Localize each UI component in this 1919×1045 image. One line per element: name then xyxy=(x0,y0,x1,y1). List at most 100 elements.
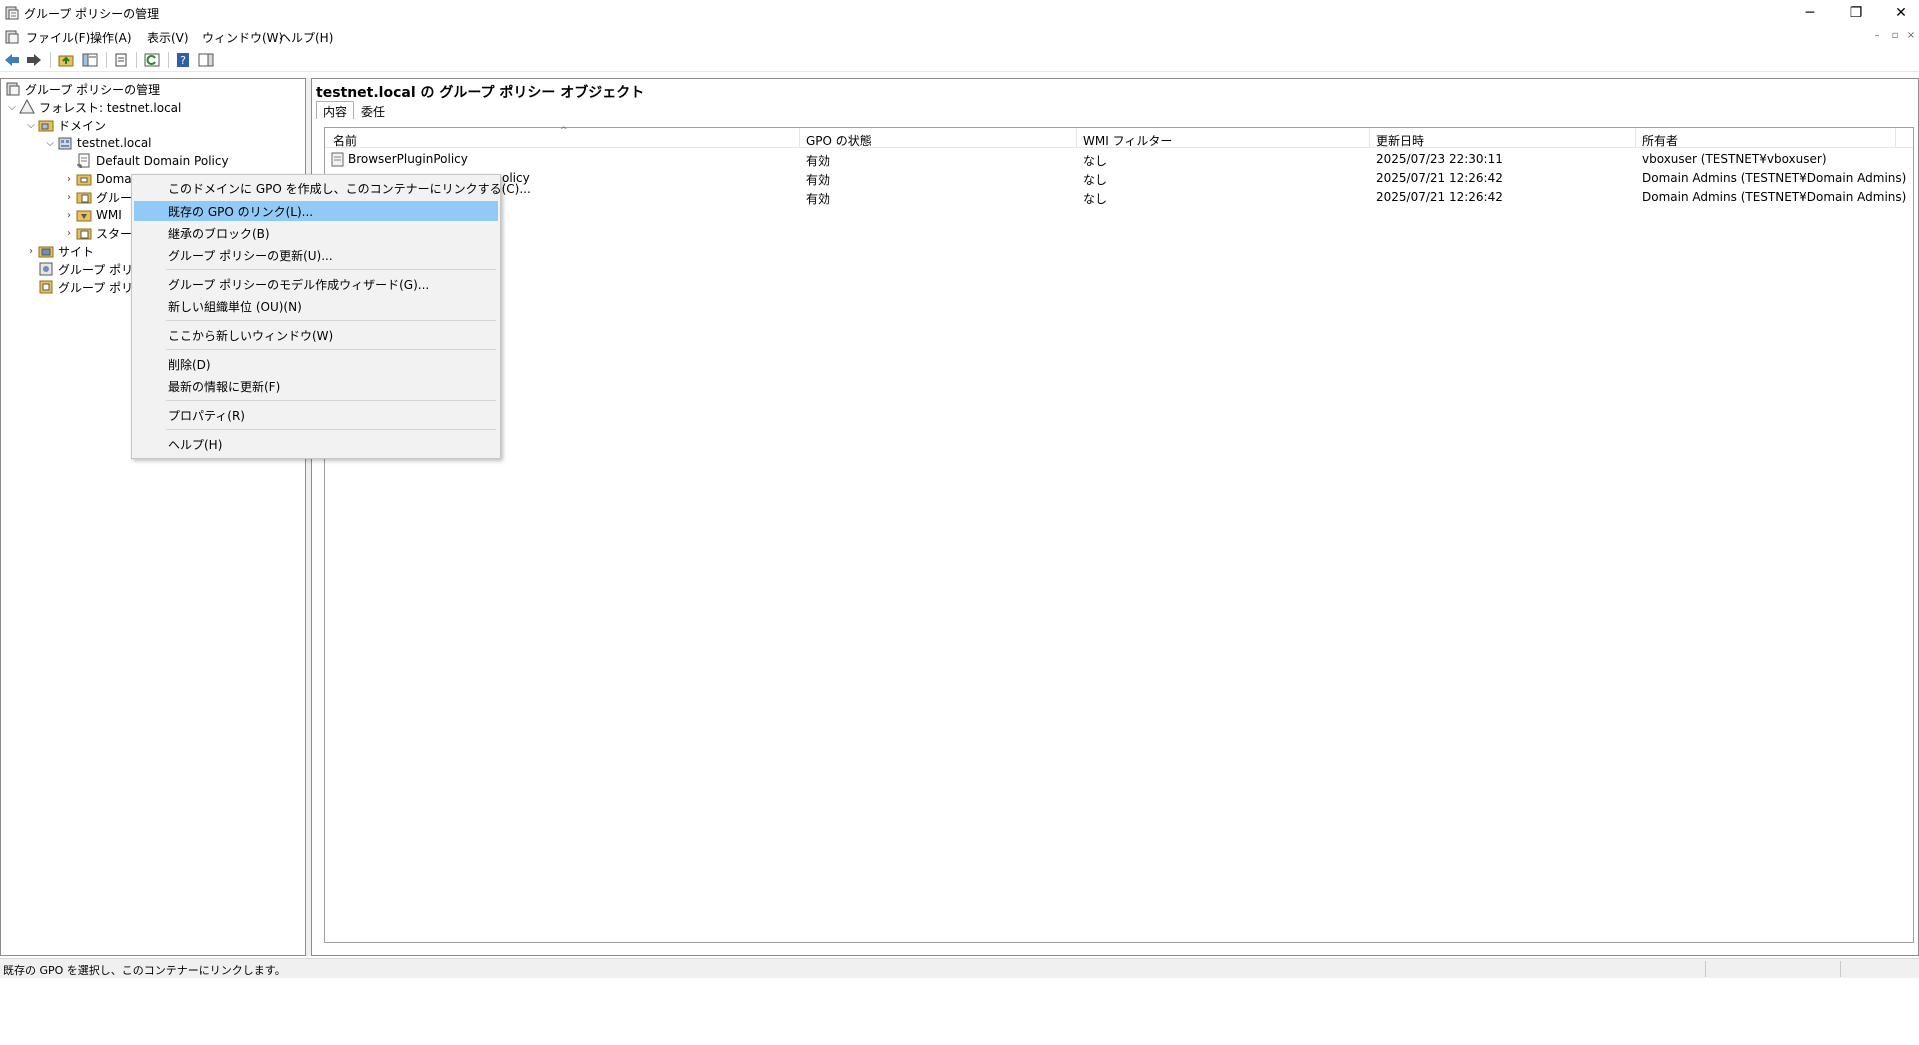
tree-node-starter-gpos[interactable]: › スター xyxy=(62,224,132,242)
menu-item-create-gpo-and-link[interactable]: このドメインに GPO を作成し、このコンテナーにリンクする(C)... xyxy=(134,178,531,198)
chevron-right-icon[interactable]: › xyxy=(62,228,76,239)
menu-item-new-ou[interactable]: 新しい組織単位 (OU)(N) xyxy=(134,296,498,316)
back-button[interactable] xyxy=(2,51,22,69)
tree-label-default-policy: Default Domain Policy xyxy=(96,154,229,168)
cell-wmi: なし xyxy=(1083,173,1108,187)
menu-item-modeling-wizard[interactable]: グループ ポリシーのモデル作成ウィザード(G)... xyxy=(134,274,498,294)
chevron-down-icon[interactable]: ⌵ xyxy=(24,120,38,131)
menu-file[interactable]: ファイル(F) xyxy=(24,29,92,46)
table-row[interactable]: BrowserPluginPolicy 有効 なし 2025/07/23 22:… xyxy=(325,150,1913,169)
minimize-button[interactable]: ─ xyxy=(1787,0,1833,26)
domains-folder-icon xyxy=(38,120,54,132)
help-button[interactable]: ? xyxy=(173,51,193,69)
column-divider[interactable] xyxy=(1369,128,1370,148)
close-button[interactable]: ✕ xyxy=(1878,0,1919,26)
menu-item-delete[interactable]: 削除(D) xyxy=(134,354,498,374)
menu-item-help[interactable]: ヘルプ(H) xyxy=(134,434,498,454)
toolbar-separator xyxy=(106,52,107,68)
menu-separator xyxy=(166,429,496,430)
chevron-right-icon[interactable]: › xyxy=(62,210,76,221)
mdi-window-icon[interactable] xyxy=(4,29,20,45)
menu-item-new-window[interactable]: ここから新しいウィンドウ(W) xyxy=(134,325,498,345)
column-header-name[interactable]: 名前 xyxy=(333,132,357,150)
menu-item-refresh[interactable]: 最新の情報に更新(F) xyxy=(134,376,498,396)
column-header-modified[interactable]: 更新日時 xyxy=(1376,132,1424,150)
tree-node-root[interactable]: グループ ポリシーの管理 xyxy=(5,80,160,98)
pane-header: testnet.local の グループ ポリシー オブジェクト xyxy=(316,85,645,101)
menu-help[interactable]: ヘルプ(H) xyxy=(277,29,335,46)
tree-node-forest[interactable]: ⌵ フォレスト: testnet.local xyxy=(5,98,181,116)
menu-item-group-policy-update[interactable]: グループ ポリシーの更新(U)... xyxy=(134,245,498,265)
column-divider[interactable] xyxy=(1635,128,1636,148)
window-title: グループ ポリシーの管理 xyxy=(24,7,160,21)
menu-action[interactable]: 操作(A) xyxy=(88,29,134,46)
menu-item-block-inheritance[interactable]: 継承のブロック(B) xyxy=(134,223,498,243)
domain-icon xyxy=(58,137,72,150)
properties-icon xyxy=(115,53,127,67)
column-divider[interactable] xyxy=(1076,128,1077,148)
group-policy-icon xyxy=(6,82,20,96)
sort-ascending-icon: ^ xyxy=(560,126,568,136)
refresh-icon xyxy=(144,53,160,67)
chevron-down-icon[interactable]: ⌵ xyxy=(5,102,19,113)
forward-button[interactable] xyxy=(24,51,44,69)
menu-item-properties[interactable]: プロパティ(R) xyxy=(134,405,498,425)
results-pane: testnet.local の グループ ポリシー オブジェクト 内容 委任 ^… xyxy=(311,78,1919,956)
cell-status: 有効 xyxy=(806,154,831,168)
group-policy-app-icon xyxy=(5,6,19,20)
status-divider xyxy=(1705,961,1706,977)
column-divider[interactable] xyxy=(1895,128,1896,148)
chevron-right-icon[interactable]: › xyxy=(24,246,38,257)
cell-owner: Domain Admins (TESTNET¥Domain Admins) xyxy=(1642,190,1907,204)
status-bar: 既存の GPO を選択し、このコンテナーにリンクします。 xyxy=(0,958,1919,978)
sites-icon xyxy=(38,246,54,258)
show-tree-button[interactable] xyxy=(80,51,100,69)
up-folder-button[interactable] xyxy=(56,51,76,69)
gpo-icon xyxy=(331,152,344,167)
help-icon: ? xyxy=(177,53,189,67)
tree-label-domains: ドメイン xyxy=(58,118,107,133)
toolbar: ? xyxy=(0,48,1919,72)
gpo-list[interactable]: ^ 名前 GPO の状態 WMI フィルター 更新日時 所有者 BrowserP… xyxy=(324,126,1914,943)
tab-contents[interactable]: 内容 xyxy=(316,101,355,119)
menu-item-link-existing-gpo[interactable]: 既存の GPO のリンク(L)... xyxy=(134,201,498,221)
chevron-right-icon[interactable]: › xyxy=(62,174,76,185)
menu-view[interactable]: 表示(V) xyxy=(145,29,191,46)
properties-button[interactable] xyxy=(111,51,131,69)
tree-label-forest: フォレスト: testnet.local xyxy=(39,100,182,115)
mdi-minimize-button[interactable]: – xyxy=(1868,30,1886,41)
chevron-down-icon[interactable]: ⌵ xyxy=(43,138,57,149)
refresh-button[interactable] xyxy=(142,51,162,69)
list-header: ^ 名前 GPO の状態 WMI フィルター 更新日時 所有者 xyxy=(325,126,1913,150)
table-row[interactable]: 有効 なし 2025/07/21 12:26:42 Domain Admins … xyxy=(325,188,1913,207)
toolbar-separator xyxy=(136,52,137,68)
tree-node-modeling[interactable]: グループ ポリシ xyxy=(38,260,145,278)
menu-separator xyxy=(166,269,496,270)
cell-owner: Domain Admins (TESTNET¥Domain Admins) xyxy=(1642,171,1907,185)
cell-status: 有効 xyxy=(806,173,831,187)
column-header-wmi[interactable]: WMI フィルター xyxy=(1083,132,1172,150)
tree-node-domain-controllers[interactable]: › Doma xyxy=(62,170,132,188)
tree-node-domains[interactable]: ⌵ ドメイン xyxy=(24,116,106,134)
tree-node-results[interactable]: グループ ポリシ xyxy=(38,278,145,296)
column-header-status[interactable]: GPO の状態 xyxy=(806,132,872,150)
table-row[interactable]: olicy 有効 なし 2025/07/21 12:26:42 Domain A… xyxy=(325,169,1913,188)
show-action-pane-button[interactable] xyxy=(196,51,216,69)
tree-node-default-policy[interactable]: Default Domain Policy xyxy=(76,152,229,170)
forward-icon xyxy=(27,54,41,66)
tree-node-wmi[interactable]: › WMI xyxy=(62,206,122,224)
tree-node-sites[interactable]: › サイト xyxy=(24,242,94,260)
back-icon xyxy=(5,54,19,66)
starter-folder-icon xyxy=(76,228,92,240)
results-icon xyxy=(39,280,53,294)
tree-node-domain[interactable]: ⌵ testnet.local xyxy=(43,134,151,152)
restore-button[interactable]: ❐ xyxy=(1833,0,1879,26)
tab-delegation[interactable]: 委任 xyxy=(354,101,392,119)
up-folder-icon xyxy=(58,55,74,67)
mdi-close-button[interactable]: × xyxy=(1902,30,1919,41)
cell-owner: vboxuser (TESTNET¥vboxuser) xyxy=(1642,152,1827,166)
chevron-right-icon[interactable]: › xyxy=(62,192,76,203)
menu-window[interactable]: ウィンドウ(W) xyxy=(200,29,285,46)
column-divider[interactable] xyxy=(799,128,800,148)
column-header-owner[interactable]: 所有者 xyxy=(1642,132,1678,150)
